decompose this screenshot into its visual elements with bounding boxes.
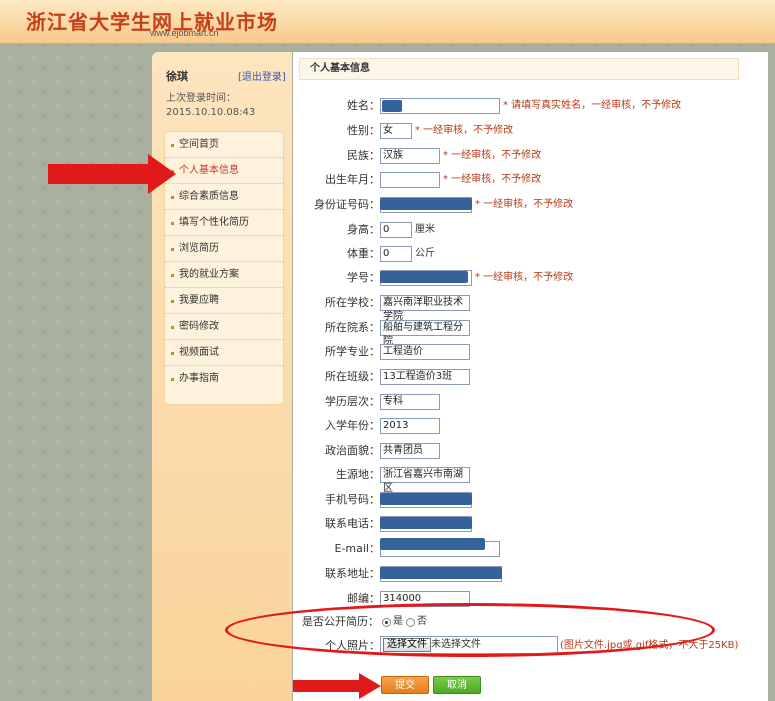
redaction-mark	[380, 198, 472, 210]
redaction-mark	[380, 271, 468, 283]
last-login-time: 2015.10.10.08:43	[166, 107, 256, 118]
phone-label: 联系电话：	[325, 517, 380, 530]
ethnicity-field[interactable]: 汉族	[380, 148, 440, 164]
mobile-label: 手机号码：	[325, 493, 380, 506]
sidebar-item-quality-info[interactable]: 综合素质信息	[165, 184, 283, 210]
height-unit: 厘米	[415, 224, 435, 235]
sidebar: 徐琪 [退出登录] 上次登录时间： 2015.10.10.08:43 空间首页 …	[152, 52, 292, 701]
last-login-label: 上次登录时间：	[166, 93, 236, 104]
arrow-shape	[48, 154, 176, 194]
last-login: 上次登录时间： 2015.10.10.08:43	[166, 92, 255, 120]
student-id-note: * 一经审核，不予修改	[475, 272, 574, 283]
enroll-year-label: 入学年份：	[325, 419, 380, 432]
student-id-label: 学号：	[347, 271, 380, 284]
id-number-label: 身份证号码：	[314, 198, 380, 211]
class-label: 所在班级：	[325, 370, 380, 383]
major-label: 所学专业：	[325, 345, 380, 358]
department-label: 所在院系：	[325, 321, 380, 334]
enroll-year-field[interactable]: 2013	[380, 418, 440, 434]
school-field[interactable]: 嘉兴南洋职业技术学院	[380, 295, 470, 322]
weight-label: 体重：	[347, 247, 380, 260]
sidebar-item-custom-resume[interactable]: 填写个性化简历	[165, 210, 283, 236]
sidebar-item-password[interactable]: 密码修改	[165, 314, 283, 340]
birth-note: * 一经审核，不予修改	[443, 174, 542, 185]
height-label: 身高：	[347, 223, 380, 236]
annotation-arrow-menu	[48, 154, 176, 194]
major-field[interactable]: 工程造价	[380, 344, 470, 360]
annotation-ellipse	[225, 603, 715, 657]
redaction-mark	[380, 493, 472, 505]
name-note: * 请填写真实姓名，一经审核，不予修改	[503, 100, 682, 111]
top-banner: 浙江省大学生网上就业市场 www.ejobmart.cn	[0, 0, 775, 44]
gender-label: 性别：	[347, 124, 380, 137]
political-field[interactable]: 共青团员	[380, 443, 440, 459]
sidebar-item-guide[interactable]: 办事指南	[165, 366, 283, 392]
sidebar-menu: 空间首页 个人基本信息 综合素质信息 填写个性化简历 浏览简历 我的就业方案 我…	[164, 131, 284, 405]
sidebar-item-basic-info[interactable]: 个人基本信息	[165, 158, 283, 184]
education-field[interactable]: 专科	[380, 394, 440, 410]
weight-field[interactable]: 0	[380, 246, 412, 262]
sidebar-item-video-interview[interactable]: 视频面试	[165, 340, 283, 366]
page-title: 个人基本信息	[299, 58, 739, 80]
username: 徐琪	[166, 70, 188, 83]
logout-link[interactable]: [退出登录]	[238, 68, 286, 83]
department-field[interactable]: 船舶与建筑工程分院	[380, 320, 470, 347]
height-field[interactable]: 0	[380, 222, 412, 238]
arrow-shape	[293, 673, 381, 699]
origin-label: 生源地：	[336, 468, 380, 481]
ethnicity-note: * 一经审核，不予修改	[443, 150, 542, 161]
school-label: 所在学校：	[325, 296, 380, 309]
gender-field[interactable]: 女	[380, 123, 412, 139]
education-label: 学历层次：	[325, 395, 380, 408]
id-number-note: * 一经审核，不予修改	[475, 199, 574, 210]
cancel-button[interactable]: 取消	[433, 676, 481, 694]
origin-field[interactable]: 浙江省嘉兴市南湖区	[380, 467, 470, 494]
gender-note: * 一经审核，不予修改	[415, 125, 514, 136]
redaction-mark	[382, 100, 402, 112]
submit-button[interactable]: 提交	[381, 676, 429, 694]
annotation-arrow-submit	[293, 673, 381, 699]
name-label: 姓名：	[347, 99, 380, 112]
class-field[interactable]: 13工程造价3班	[380, 369, 470, 385]
sidebar-item-employment-plan[interactable]: 我的就业方案	[165, 262, 283, 288]
political-label: 政治面貌：	[325, 444, 380, 457]
redaction-mark	[380, 538, 485, 550]
site-url: www.ejobmart.cn	[150, 28, 219, 38]
sidebar-item-apply[interactable]: 我要应聘	[165, 288, 283, 314]
address-label: 联系地址：	[325, 567, 380, 580]
email-label: E-mail：	[334, 542, 381, 555]
birth-label: 出生年月：	[325, 173, 380, 186]
sidebar-item-home[interactable]: 空间首页	[165, 132, 283, 158]
sidebar-item-browse-resume[interactable]: 浏览简历	[165, 236, 283, 262]
birth-field[interactable]	[380, 172, 440, 188]
weight-unit: 公斤	[415, 248, 435, 259]
redaction-mark	[380, 567, 502, 579]
redaction-mark	[380, 517, 472, 529]
ethnicity-label: 民族：	[347, 149, 380, 162]
